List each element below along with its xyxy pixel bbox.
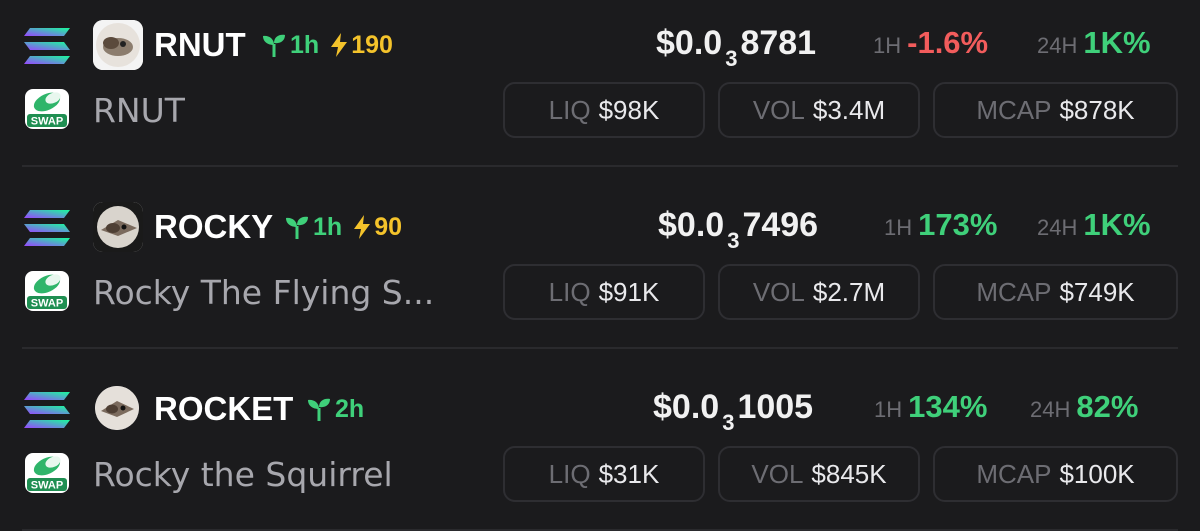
liquidity-value: $98K	[598, 94, 660, 125]
volume-value: $3.4M	[812, 94, 886, 125]
liquidity-stat: LIQ $91K	[503, 264, 705, 320]
price-zero-count: 3	[727, 228, 740, 253]
price-prefix: $0.0	[656, 24, 723, 62]
liquidity-label: LIQ	[548, 276, 591, 307]
token-name: RNUT	[93, 91, 185, 130]
price-digits: 8781	[740, 24, 817, 62]
marketcap-stat: MCAP $100K	[933, 446, 1178, 502]
change-24h-value: 82%	[1076, 389, 1139, 424]
price-zero-count: 3	[722, 410, 735, 435]
swap-badge-text: SWAP	[31, 480, 63, 492]
change-24h-label: 24H	[1037, 33, 1078, 58]
change-24h-label: 24H	[1037, 215, 1078, 240]
token-price: $0.0 38781	[656, 18, 817, 71]
change-24h-label: 24H	[1030, 397, 1071, 422]
change-24h-value: 1K%	[1083, 25, 1151, 60]
marketcap-label: MCAP	[976, 276, 1052, 307]
liquidity-value: $31K	[598, 458, 660, 489]
sprout-icon	[263, 34, 285, 57]
token-row-rocket[interactable]: SWAP ROCKET 2h Rocky the Squirrel $0.03	[0, 364, 1200, 530]
volume-label: VOL	[751, 458, 804, 489]
marketcap-stat: MCAP $749K	[933, 264, 1178, 320]
volume-value: $845K	[811, 458, 887, 489]
change-1h: 1H 134%	[874, 382, 987, 432]
price-prefix: $0.0	[653, 388, 720, 426]
boost-count: 90	[374, 212, 402, 241]
sprout-icon	[286, 216, 308, 239]
change-24h: 24H 82%	[1030, 382, 1138, 432]
swap-badge-text: SWAP	[31, 116, 63, 128]
boost-badge: 190	[329, 31, 393, 60]
token-avatar	[95, 386, 139, 430]
token-badges: 1h 90	[285, 202, 402, 252]
solana-icon	[24, 392, 70, 428]
sprout-icon	[308, 398, 330, 421]
marketcap-value: $100K	[1059, 458, 1135, 489]
volume-value: $2.7M	[812, 276, 886, 307]
price-digits: 1005	[737, 388, 814, 426]
age-badge: 1h	[262, 31, 319, 60]
token-avatar	[93, 20, 143, 70]
change-24h-value: 1K%	[1083, 207, 1151, 242]
lightning-icon	[354, 215, 371, 239]
change-24h: 24H 1K%	[1037, 18, 1151, 68]
liquidity-label: LIQ	[548, 94, 591, 125]
price-prefix: $0.0	[658, 206, 725, 244]
token-badges: 2h	[307, 384, 364, 434]
token-badges: 1h 190	[262, 20, 393, 70]
change-1h: 1H -1.6%	[873, 18, 988, 68]
solana-icon	[24, 28, 70, 64]
change-1h-label: 1H	[873, 33, 902, 58]
row-divider	[22, 165, 1178, 167]
token-row-rocky[interactable]: SWAP ROCKY 1h 90 Rocky The Flying S... $…	[0, 182, 1200, 348]
volume-label: VOL	[752, 276, 805, 307]
change-1h-value: 134%	[908, 389, 988, 424]
marketcap-stat: MCAP $878K	[933, 82, 1178, 138]
age-text: 1h	[290, 30, 320, 59]
volume-stat: VOL $2.7M	[718, 264, 920, 320]
age-badge: 1h	[285, 213, 342, 242]
lightning-icon	[331, 33, 348, 57]
swap-dex-icon: SWAP	[25, 453, 69, 493]
marketcap-label: MCAP	[976, 94, 1052, 125]
change-1h-value: -1.6%	[907, 25, 989, 60]
marketcap-label: MCAP	[976, 458, 1052, 489]
change-1h-label: 1H	[884, 215, 913, 240]
boost-badge: 90	[352, 213, 402, 242]
price-digits: 7496	[742, 206, 819, 244]
token-name: Rocky the Squirrel	[93, 455, 393, 494]
token-row-rnut[interactable]: SWAP RNUT 1h 190 RNUT $0.0 38781 1H -1.6…	[0, 0, 1200, 166]
volume-stat: VOL $845K	[718, 446, 920, 502]
change-24h: 24H 1K%	[1037, 200, 1151, 250]
token-price: $0.0 31005	[653, 382, 814, 435]
token-avatar	[93, 202, 143, 252]
token-ticker: ROCKET	[154, 390, 294, 427]
token-name: Rocky The Flying S...	[93, 273, 435, 312]
marketcap-value: $878K	[1059, 94, 1135, 125]
swap-badge-text: SWAP	[31, 298, 63, 310]
token-ticker: ROCKY	[154, 208, 274, 245]
solana-icon	[24, 210, 70, 246]
age-text: 1h	[313, 212, 343, 241]
swap-dex-icon: SWAP	[25, 89, 69, 129]
liquidity-label: LIQ	[548, 458, 591, 489]
token-ticker: RNUT	[154, 26, 246, 63]
row-divider	[22, 347, 1178, 349]
volume-stat: VOL $3.4M	[718, 82, 920, 138]
liquidity-stat: LIQ $98K	[503, 82, 705, 138]
volume-label: VOL	[752, 94, 805, 125]
liquidity-value: $91K	[598, 276, 660, 307]
liquidity-stat: LIQ $31K	[503, 446, 705, 502]
boost-count: 190	[351, 30, 393, 59]
token-price: $0.0 37496	[658, 200, 819, 253]
change-1h: 1H 173%	[884, 200, 997, 250]
marketcap-value: $749K	[1059, 276, 1135, 307]
change-1h-value: 173%	[918, 207, 998, 242]
swap-dex-icon: SWAP	[25, 271, 69, 311]
price-zero-count: 3	[725, 46, 738, 71]
token-list: SWAP RNUT 1h 190 RNUT $0.0 38781 1H -1.6…	[0, 0, 1200, 531]
change-1h-label: 1H	[874, 397, 903, 422]
age-badge: 2h	[307, 395, 364, 424]
age-text: 2h	[335, 394, 365, 423]
